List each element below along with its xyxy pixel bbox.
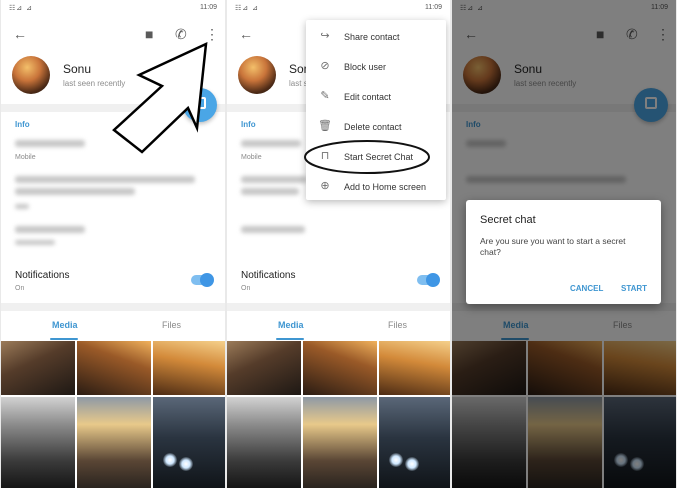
media-thumbnail[interactable]: [227, 341, 301, 395]
blurred-bio-line: [15, 188, 135, 195]
block-icon: ⊘: [320, 60, 330, 72]
last-seen-status: last seen recently: [63, 79, 126, 88]
blurred-bio-line: [241, 176, 307, 183]
section-divider: [1, 303, 225, 311]
menu-item-start-secret-chat[interactable]: ⊓ Start Secret Chat: [306, 142, 446, 172]
phone-call-icon[interactable]: ✆: [175, 26, 187, 42]
avatar[interactable]: [238, 56, 276, 94]
media-thumbnail[interactable]: [1, 397, 75, 488]
dialog-message: Are you sure you want to start a secret …: [480, 236, 626, 257]
blurred-username: [15, 226, 85, 233]
phone-type-label: Mobile: [15, 154, 36, 161]
info-section-title: Info: [241, 120, 256, 129]
trash-icon: 🗑: [318, 120, 332, 132]
tab-media[interactable]: Media: [52, 320, 78, 330]
media-grid: [1, 341, 225, 488]
notifications-label: Notifications: [241, 270, 296, 281]
clock: 11:09: [200, 4, 217, 11]
media-thumbnail[interactable]: [153, 397, 225, 488]
tab-indicator: [276, 338, 304, 340]
avatar[interactable]: [12, 56, 50, 94]
menu-item-delete-contact[interactable]: 🗑 Delete contact: [306, 112, 446, 142]
media-thumbnail[interactable]: [1, 341, 75, 395]
lock-icon: ⊓: [320, 150, 330, 162]
tutorial-composite: ☷⊿ ⊿ 11:09 ← ■ ✆ ⋮ Sonu last seen recent…: [0, 0, 677, 488]
menu-item-edit-contact[interactable]: ✎ Edit contact: [306, 82, 446, 112]
menu-item-share-contact[interactable]: ↪ Share contact: [306, 22, 446, 52]
section-divider: [227, 303, 450, 311]
blurred-bio-line: [15, 176, 195, 183]
media-thumbnail[interactable]: [77, 397, 151, 488]
pencil-icon: ✎: [320, 90, 330, 102]
phone-screen-menu: ☷⊿ ⊿ 11:09 ← Sonu last seen recently Inf…: [227, 0, 450, 488]
back-arrow-icon[interactable]: ←: [13, 26, 27, 42]
notifications-label: Notifications: [15, 270, 70, 281]
notifications-toggle[interactable]: [191, 273, 214, 287]
phone-type-label: Mobile: [241, 154, 262, 161]
info-section-title: Info: [15, 120, 30, 129]
message-fab[interactable]: [183, 88, 217, 122]
back-arrow-icon[interactable]: ←: [239, 26, 253, 42]
media-thumbnail[interactable]: [77, 341, 151, 395]
phone-screen-profile: ☷⊿ ⊿ 11:09 ← ■ ✆ ⋮ Sonu last seen recent…: [1, 0, 225, 488]
signal-indicator: ☷⊿ ⊿: [235, 5, 259, 12]
blurred-username-label: [15, 240, 55, 245]
video-call-icon[interactable]: ■: [145, 26, 153, 42]
media-thumbnail[interactable]: [303, 397, 377, 488]
media-tabs: Media Files: [227, 311, 450, 341]
notifications-toggle[interactable]: [417, 273, 440, 287]
phone-screen-dialog: ☷⊿ ⊿ 11:09 ← ■ ✆ ⋮ Sonu last seen recent…: [452, 0, 676, 488]
menu-item-label: Start Secret Chat: [344, 152, 414, 162]
notifications-state: On: [241, 285, 251, 292]
add-home-icon: ⊕: [320, 180, 330, 192]
menu-item-label: Block user: [344, 62, 387, 72]
contact-name: Sonu: [63, 62, 92, 76]
share-icon: ↪: [320, 30, 330, 42]
clock: 11:09: [425, 4, 442, 11]
blurred-bio-label: [15, 204, 29, 209]
cancel-button[interactable]: CANCEL: [570, 284, 603, 293]
tab-files[interactable]: Files: [388, 320, 407, 330]
blurred-phone-number: [241, 140, 301, 147]
media-thumbnail[interactable]: [379, 341, 450, 395]
overflow-menu: ↪ Share contact ⊘ Block user ✎ Edit cont…: [306, 20, 446, 200]
menu-item-label: Delete contact: [344, 122, 402, 132]
tab-files[interactable]: Files: [162, 320, 181, 330]
tab-media[interactable]: Media: [278, 320, 304, 330]
signal-indicator: ☷⊿ ⊿: [9, 5, 33, 12]
more-options-icon[interactable]: ⋮: [205, 26, 219, 42]
menu-item-add-to-home[interactable]: ⊕ Add to Home screen: [306, 172, 446, 202]
media-thumbnail[interactable]: [227, 397, 301, 488]
media-grid: [227, 341, 450, 488]
tab-indicator: [50, 338, 78, 340]
status-bar: ☷⊿ ⊿ 11:09: [227, 0, 450, 18]
app-bar: ← ■ ✆ ⋮: [1, 18, 225, 52]
menu-item-label: Edit contact: [344, 92, 392, 102]
blurred-username: [241, 226, 305, 233]
menu-item-block-user[interactable]: ⊘ Block user: [306, 52, 446, 82]
media-thumbnail[interactable]: [303, 341, 377, 395]
media-tabs: Media Files: [1, 311, 225, 341]
dialog-title: Secret chat: [480, 214, 536, 226]
secret-chat-dialog: Secret chat Are you sure you want to sta…: [466, 200, 661, 304]
notifications-state: On: [15, 285, 25, 292]
menu-item-label: Add to Home screen: [344, 182, 427, 192]
status-bar: ☷⊿ ⊿ 11:09: [1, 0, 225, 18]
start-button[interactable]: START: [621, 284, 647, 293]
message-icon: [194, 97, 206, 109]
media-thumbnail[interactable]: [153, 341, 225, 395]
blurred-bio-line: [241, 188, 299, 195]
menu-item-label: Share contact: [344, 32, 400, 42]
blurred-phone-number: [15, 140, 85, 147]
media-thumbnail[interactable]: [379, 397, 450, 488]
